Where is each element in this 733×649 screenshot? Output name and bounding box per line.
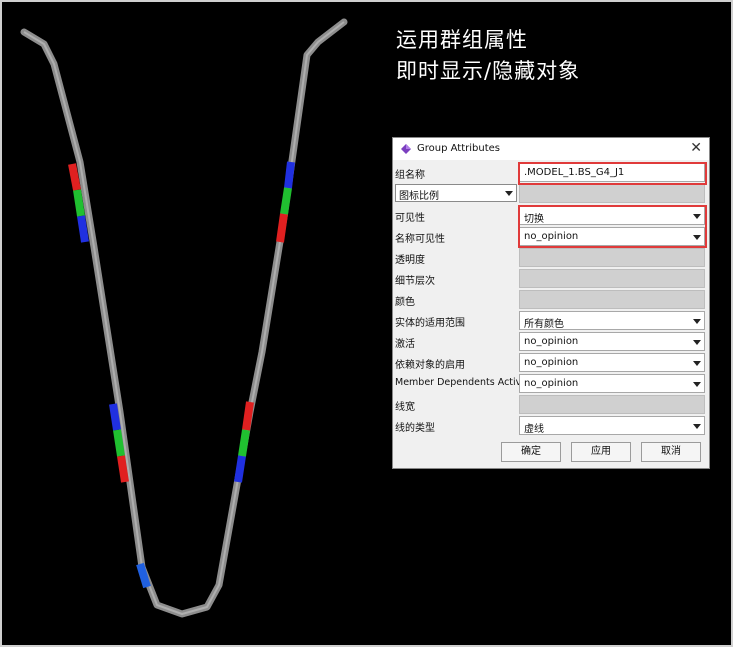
- label-line-width: 线宽: [395, 402, 415, 413]
- band-blue: [284, 161, 295, 189]
- band-red: [68, 163, 81, 191]
- label-name-visibility: 名称可见性: [395, 234, 445, 245]
- row-active: 激活 no_opinion: [393, 331, 709, 352]
- label-level-of-detail: 细节层次: [395, 276, 435, 287]
- band-blue: [234, 455, 246, 483]
- ok-button[interactable]: 确定: [501, 442, 561, 462]
- row-visibility: 可见性 切换: [393, 205, 709, 226]
- name-visibility-select[interactable]: no_opinion: [519, 227, 705, 246]
- label-dependents-enable: 依赖对象的启用: [395, 360, 465, 371]
- band-red: [276, 213, 288, 243]
- heading-line-1: 运用群组属性: [396, 28, 528, 52]
- name-visibility-value: no_opinion: [524, 231, 579, 242]
- chevron-down-icon: [693, 319, 701, 324]
- chevron-down-icon: [693, 214, 701, 219]
- label-group-name: 组名称: [395, 170, 425, 181]
- icon-scale-label: 图标比例: [399, 191, 439, 202]
- visibility-value: 切换: [524, 214, 544, 225]
- band-red: [242, 401, 254, 431]
- band-green: [113, 429, 125, 457]
- row-transparency: 透明度: [393, 247, 709, 268]
- group-name-field[interactable]: .MODEL_1.BS_G4_J1: [519, 163, 705, 182]
- chevron-down-icon: [693, 340, 701, 345]
- dependents-enable-value: no_opinion: [524, 357, 579, 368]
- screenshot-frame: 运用群组属性 即时显示/隐藏对象 Group Attributes ✕ 组名称 …: [0, 0, 733, 647]
- dialog-title: Group Attributes: [417, 143, 500, 154]
- line-type-select[interactable]: 虚线: [519, 416, 705, 435]
- chevron-down-icon: [505, 191, 513, 196]
- row-line-type: 线的类型 虚线: [393, 415, 709, 436]
- dialog-titlebar: Group Attributes ✕: [393, 138, 709, 160]
- line-type-value: 虚线: [524, 424, 544, 435]
- label-color: 颜色: [395, 297, 415, 308]
- dependents-enable-select[interactable]: no_opinion: [519, 353, 705, 372]
- band-blue: [136, 562, 151, 589]
- active-value: no_opinion: [524, 336, 579, 347]
- band-red: [117, 455, 129, 483]
- entity-scope-select[interactable]: 所有颜色: [519, 311, 705, 330]
- label-active: 激活: [395, 339, 415, 350]
- chevron-down-icon: [693, 361, 701, 366]
- row-dependents-enable: 依赖对象的启用 no_opinion: [393, 352, 709, 373]
- row-name-visibility: 名称可见性 no_opinion: [393, 226, 709, 247]
- group-name-value: .MODEL_1.BS_G4_J1: [524, 167, 625, 178]
- icon-scale-field: [519, 184, 705, 203]
- transparency-field: [519, 248, 705, 267]
- visibility-select[interactable]: 切换: [519, 206, 705, 225]
- member-dependents-active-value: no_opinion: [524, 378, 579, 389]
- icon-scale-select[interactable]: 图标比例: [395, 184, 517, 202]
- active-select[interactable]: no_opinion: [519, 332, 705, 351]
- label-member-dependents-active: Member Dependents Active: [395, 377, 528, 388]
- row-color: 颜色: [393, 289, 709, 310]
- row-group-name: 组名称 .MODEL_1.BS_G4_J1: [393, 162, 709, 183]
- band-blue: [109, 403, 121, 431]
- pipe-model[interactable]: [20, 18, 348, 618]
- chevron-down-icon: [693, 235, 701, 240]
- chevron-down-icon: [693, 424, 701, 429]
- chevron-down-icon: [693, 382, 701, 387]
- entity-scope-value: 所有颜色: [524, 319, 564, 330]
- band-green: [280, 187, 292, 215]
- band-blue: [77, 215, 89, 243]
- group-attributes-dialog: Group Attributes ✕ 组名称 .MODEL_1.BS_G4_J1…: [392, 137, 710, 469]
- label-transparency: 透明度: [395, 255, 425, 266]
- app-icon: [401, 144, 411, 154]
- cancel-button[interactable]: 取消: [641, 442, 701, 462]
- line-width-field: [519, 395, 705, 414]
- heading-line-2: 即时显示/隐藏对象: [396, 59, 581, 83]
- row-member-dependents-active: Member Dependents Active no_opinion: [393, 373, 709, 394]
- color-field: [519, 290, 705, 309]
- apply-button[interactable]: 应用: [571, 442, 631, 462]
- label-visibility: 可见性: [395, 213, 425, 224]
- row-icon-scale: 图标比例: [393, 183, 709, 204]
- band-green: [238, 429, 250, 457]
- level-of-detail-field: [519, 269, 705, 288]
- row-level-of-detail: 细节层次: [393, 268, 709, 289]
- label-entity-scope: 实体的适用范围: [395, 318, 465, 329]
- row-line-width: 线宽: [393, 394, 709, 415]
- member-dependents-active-select[interactable]: no_opinion: [519, 374, 705, 393]
- row-entity-scope: 实体的适用范围 所有颜色: [393, 310, 709, 331]
- band-green: [73, 189, 85, 217]
- label-line-type: 线的类型: [395, 423, 435, 434]
- close-icon[interactable]: ✕: [690, 140, 702, 156]
